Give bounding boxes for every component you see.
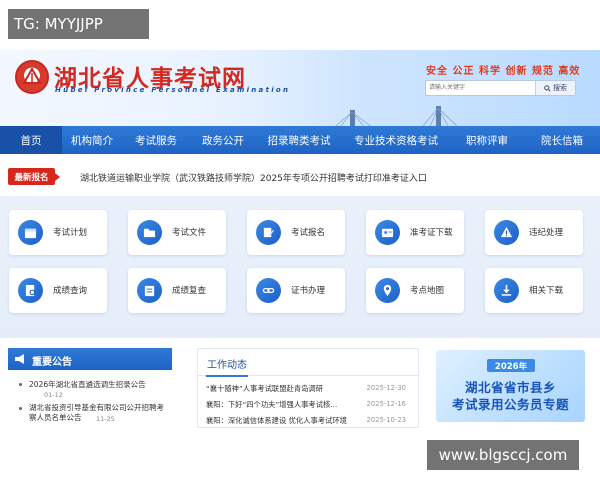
service-exam-plan[interactable]: 考试计划 bbox=[9, 210, 107, 255]
news-date: 2025-10-23 bbox=[366, 416, 406, 424]
id-card-icon bbox=[381, 228, 394, 238]
announcements-title: 重要公告 bbox=[32, 357, 72, 368]
announcements-panel: 重要公告 2026年湖北省直遴选调生招录公告 01-12 湖北省投资引导基金有限… bbox=[8, 348, 172, 428]
service-label: 考点地图 bbox=[410, 286, 445, 296]
calendar-icon bbox=[24, 228, 37, 239]
latest-badge: 最新报名 bbox=[8, 168, 60, 185]
promo-year: 2026年 bbox=[487, 359, 535, 372]
service-related-downloads[interactable]: 相关下载 bbox=[485, 268, 583, 313]
site-slogan: 安全 公正 科学 创新 规范 高效 bbox=[426, 66, 581, 77]
search-button[interactable]: 搜索 bbox=[535, 81, 575, 95]
news-link[interactable]: 襄阳：下好“四个功夫”增强人事考试核... bbox=[206, 400, 337, 410]
civil-servant-promo-banner[interactable]: 2026年 湖北省省市县乡 考试录用公务员专题 bbox=[436, 350, 585, 422]
bullet-icon bbox=[19, 383, 22, 386]
latest-notice-bar: 最新报名 湖北铁道运输职业学院（武汉铁路技师学院）2025年专项公开招聘考试打印… bbox=[8, 163, 592, 187]
service-admission-ticket[interactable]: 准考证下载 bbox=[366, 210, 464, 255]
edit-icon bbox=[263, 227, 275, 238]
search-icon bbox=[544, 84, 551, 92]
document-search-icon bbox=[25, 284, 36, 297]
title-underline bbox=[206, 375, 248, 377]
logo-emblem-icon bbox=[22, 67, 42, 84]
site-subtitle: Hubei Province Personnel Examination bbox=[55, 86, 291, 94]
service-label: 考试文件 bbox=[172, 228, 207, 238]
work-news-panel: 工作动态 “襄十随神”人事考试联盟赴青岛调研 2025-12-30 襄阳：下好“… bbox=[197, 348, 419, 428]
clipboard-icon bbox=[144, 285, 155, 297]
folder-icon bbox=[143, 228, 156, 238]
promo-title-line2: 考试录用公务员专题 bbox=[451, 397, 569, 412]
service-label: 成绩复查 bbox=[172, 286, 207, 296]
service-label: 考试计划 bbox=[53, 228, 88, 238]
service-score-inquiry[interactable]: 成绩查询 bbox=[9, 268, 107, 313]
service-label: 违纪处理 bbox=[529, 228, 564, 238]
search-box: 搜索 bbox=[425, 80, 576, 96]
nav-item-title-review[interactable]: 职称评审 bbox=[450, 126, 524, 154]
news-date: 2025-12-16 bbox=[366, 400, 406, 408]
announcement-date: 01-12 bbox=[44, 391, 63, 399]
nav-item-about[interactable]: 机构简介 bbox=[62, 126, 122, 154]
service-exam-site-map[interactable]: 考点地图 bbox=[366, 268, 464, 313]
news-link[interactable]: “襄十随神”人事考试联盟赴青岛调研 bbox=[206, 384, 323, 394]
service-label: 成绩查询 bbox=[53, 286, 88, 296]
announcement-date: 11-25 bbox=[96, 415, 115, 423]
service-score-review[interactable]: 成绩复查 bbox=[128, 268, 226, 313]
site-logo[interactable] bbox=[15, 60, 49, 94]
service-label: 证书办理 bbox=[291, 286, 326, 296]
search-input[interactable] bbox=[429, 82, 529, 94]
megaphone-icon bbox=[15, 354, 24, 364]
bullet-icon bbox=[19, 407, 22, 410]
announcement-link[interactable]: 2026年湖北省直遴选调生招录公告 bbox=[29, 379, 146, 390]
service-grid: 考试计划 考试文件 考试报名 准考证下载 违纪处理 成绩查询 成绩复查 证书办理… bbox=[0, 196, 600, 338]
service-label: 相关下载 bbox=[529, 286, 564, 296]
page: 湖北省人事考试网 Hubei Province Personnel Examin… bbox=[0, 0, 600, 480]
link-icon bbox=[262, 287, 275, 294]
service-violation-handling[interactable]: 违纪处理 bbox=[485, 210, 583, 255]
download-icon bbox=[501, 284, 512, 296]
list-item[interactable]: “襄十随神”人事考试联盟赴青岛调研 2025-12-30 bbox=[206, 384, 412, 395]
search-button-label: 搜索 bbox=[553, 84, 567, 92]
work-news-title: 工作动态 bbox=[207, 360, 247, 371]
service-label: 准考证下载 bbox=[410, 228, 453, 238]
news-date: 2025-12-30 bbox=[366, 384, 406, 392]
list-item[interactable]: 襄阳：下好“四个功夫”增强人事考试核... 2025-12-16 bbox=[206, 400, 412, 411]
nav-item-home[interactable]: 首页 bbox=[0, 126, 62, 154]
bridge-illustration bbox=[335, 106, 458, 126]
list-item[interactable]: 襄阳：深化诚信体系建设 优化人事考试环境 2025-10-23 bbox=[206, 416, 412, 427]
main-nav: 首页 机构简介 考试服务 政务公开 招录聘类考试 专业技术资格考试 职称评审 院… bbox=[0, 126, 600, 154]
service-label: 考试报名 bbox=[291, 228, 326, 238]
announcements-header: 重要公告 bbox=[8, 348, 172, 370]
news-link[interactable]: 襄阳：深化诚信体系建设 优化人事考试环境 bbox=[206, 416, 347, 426]
watermark-bottom: www.blgsccj.com bbox=[427, 440, 579, 470]
latest-notice-link[interactable]: 湖北铁道运输职业学院（武汉铁路技师学院）2025年专项公开招聘考试打印准考证入口 bbox=[80, 171, 427, 184]
service-exam-documents[interactable]: 考试文件 bbox=[128, 210, 226, 255]
map-icon bbox=[383, 284, 392, 297]
service-exam-registration[interactable]: 考试报名 bbox=[247, 210, 345, 255]
service-certificate-processing[interactable]: 证书办理 bbox=[247, 268, 345, 313]
nav-item-recruitment-exams[interactable]: 招录聘类考试 bbox=[256, 126, 342, 154]
watermark-top: TG: MYYJJPP bbox=[8, 9, 149, 39]
warning-icon bbox=[500, 226, 513, 238]
nav-item-government-affairs[interactable]: 政务公开 bbox=[190, 126, 256, 154]
nav-item-professional-qualification[interactable]: 专业技术资格考试 bbox=[342, 126, 450, 154]
nav-item-exam-services[interactable]: 考试服务 bbox=[122, 126, 190, 154]
nav-item-director-mailbox[interactable]: 院长信箱 bbox=[524, 126, 600, 154]
